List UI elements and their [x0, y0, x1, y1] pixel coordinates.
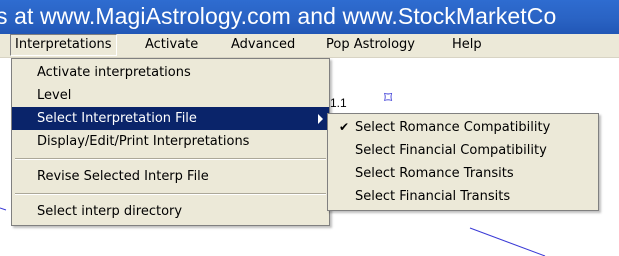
menu-item-select-interp-directory[interactable]: Select interp directory: [12, 200, 329, 223]
submenu-item-label: Select Romance Transits: [355, 166, 514, 181]
chart-line-stub: [0, 207, 7, 211]
window-title: s at www.MagiAstrology.com and www.Stock…: [0, 3, 557, 29]
menu-item-label: Revise Selected Interp File: [37, 169, 209, 184]
submenu-item-financial-transits[interactable]: Select Financial Transits: [328, 185, 598, 208]
menu-item-label: Select Interpretation File: [37, 111, 197, 126]
submenu-item-romance-compatibility[interactable]: ✔ Select Romance Compatibility: [328, 116, 598, 139]
menu-help[interactable]: Help: [447, 35, 487, 55]
checkmark-icon: ✔: [339, 120, 350, 134]
menu-item-label: Activate interpretations: [37, 65, 191, 80]
interpretations-dropdown: Activate interpretations Level Select In…: [11, 58, 330, 226]
menu-pop-astrology[interactable]: Pop Astrology: [321, 35, 420, 55]
menu-item-select-interpretation-file[interactable]: Select Interpretation File: [12, 107, 329, 130]
menu-interpretations[interactable]: Interpretations: [10, 34, 117, 56]
title-bar[interactable]: s at www.MagiAstrology.com and www.Stock…: [0, 0, 619, 34]
menu-separator: [15, 158, 326, 160]
menu-activate[interactable]: Activate: [140, 35, 203, 55]
menu-item-revise-interp-file[interactable]: Revise Selected Interp File: [12, 165, 329, 188]
submenu-item-romance-transits[interactable]: Select Romance Transits: [328, 162, 598, 185]
chart-line-segment: [469, 227, 546, 256]
menu-advanced[interactable]: Advanced: [226, 35, 300, 55]
interpretation-file-submenu: ✔ Select Romance Compatibility Select Fi…: [327, 113, 599, 211]
submenu-item-label: Select Financial Transits: [355, 189, 511, 204]
menu-item-display-edit-print[interactable]: Display/Edit/Print Interpretations: [12, 130, 329, 153]
menu-item-label: Select interp directory: [37, 204, 183, 219]
app-window: s at www.MagiAstrology.com and www.Stock…: [0, 0, 619, 256]
submenu-item-label: Select Romance Compatibility: [355, 120, 551, 135]
menu-item-activate-interpretations[interactable]: Activate interpretations: [12, 61, 329, 84]
submenu-item-label: Select Financial Compatibility: [355, 143, 547, 158]
chart-label: 1.1: [330, 96, 347, 110]
menu-item-label: Display/Edit/Print Interpretations: [37, 134, 250, 149]
menu-bar: Interpretations Activate Advanced Pop As…: [0, 34, 619, 58]
planet-glyph-icon: ⌑: [384, 88, 393, 107]
submenu-item-financial-compatibility[interactable]: Select Financial Compatibility: [328, 139, 598, 162]
submenu-arrow-icon: [318, 114, 323, 124]
menu-item-level[interactable]: Level: [12, 84, 329, 107]
menu-separator: [15, 193, 326, 195]
menu-item-label: Level: [37, 88, 72, 103]
